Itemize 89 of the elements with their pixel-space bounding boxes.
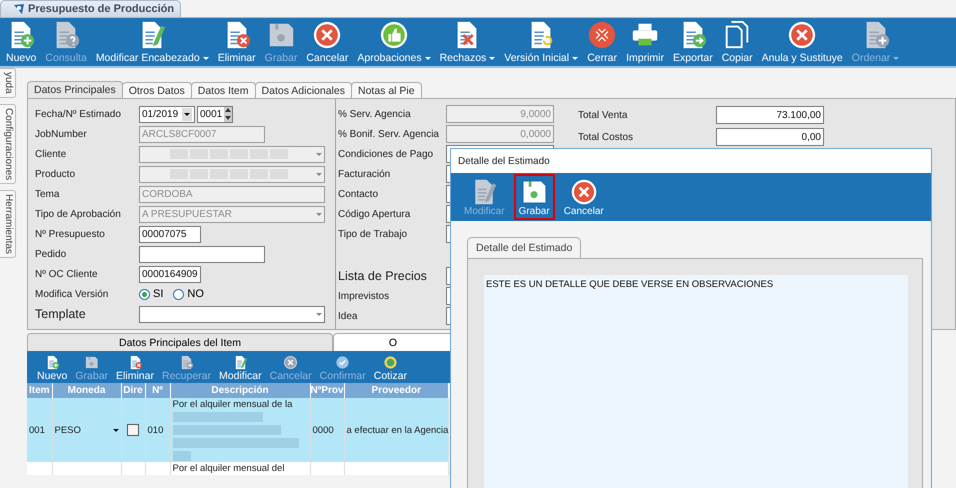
app-tab[interactable]: Presupuesto de Producción xyxy=(0,0,182,17)
field-label: Facturación xyxy=(338,168,392,180)
toolbar-button[interactable]: Cerrar xyxy=(585,18,620,66)
table-cell: 001 xyxy=(27,398,52,462)
toolbar-button[interactable]: Nuevo xyxy=(4,18,38,66)
field-label: Tipo de Aprobación xyxy=(35,208,122,220)
toolbar-button[interactable]: Aprobaciones xyxy=(355,18,433,66)
table-cell-text: Por el alquiler mensual de la xyxy=(172,399,294,410)
toolbar-button[interactable]: Anula y Sustituye xyxy=(760,18,845,66)
toolbar-button[interactable]: Nuevo xyxy=(37,355,68,382)
total-field[interactable]: 0,00 xyxy=(716,128,824,146)
form-tab[interactable]: Datos Item xyxy=(190,82,256,98)
field-label: Total Venta xyxy=(578,110,628,120)
form-tab[interactable]: Notas al Pie xyxy=(350,82,422,98)
field-label: Fecha/Nº Estimado xyxy=(35,108,122,120)
field-label: Modifica Versión xyxy=(35,288,110,300)
toolbar-button[interactable]: Eliminar xyxy=(216,18,258,66)
checkbox[interactable] xyxy=(127,424,139,436)
close-icon xyxy=(587,20,618,50)
form-tab[interactable]: Datos Adicionales xyxy=(254,82,352,98)
table-cell: a efectuar en la Agencia xyxy=(344,398,448,462)
field-label: JobNumber xyxy=(35,128,88,140)
field-label: Nº OC Cliente xyxy=(35,268,99,280)
cancel-icon xyxy=(570,178,598,206)
form-tab[interactable]: Otros Datos xyxy=(122,82,192,98)
radio-button[interactable]: NO xyxy=(173,288,204,300)
field-label: Tipo de Trabajo xyxy=(338,228,408,240)
caret-icon xyxy=(202,56,209,60)
toolbar-button[interactable]: Grabar xyxy=(514,174,555,220)
cancel-icon xyxy=(312,20,342,50)
coin-icon xyxy=(382,355,398,370)
caret-icon xyxy=(489,56,496,60)
document-arrow-icon xyxy=(179,355,194,370)
field-label: Código Apertura xyxy=(338,208,412,220)
toolbar-button[interactable]: Modificar Encabezado xyxy=(94,18,211,66)
toolbar-button[interactable]: Exportar xyxy=(671,18,715,66)
field-label: Nº Presupuesto xyxy=(35,228,106,240)
date-field[interactable]: 01/2019 xyxy=(139,106,195,122)
radio-button[interactable]: SI xyxy=(139,288,164,300)
toolbar-button[interactable]: Cancelar xyxy=(304,18,350,66)
cancel-icon xyxy=(787,20,818,50)
table-cell: 0000 xyxy=(310,398,344,462)
toolbar-button[interactable]: Cotizar xyxy=(374,355,408,382)
table-cell: 010 xyxy=(145,398,170,462)
text-field[interactable]: 00007075 xyxy=(139,226,201,242)
item-tab[interactable]: O xyxy=(333,333,453,351)
dropdown-field[interactable] xyxy=(139,306,325,322)
caret-icon xyxy=(893,56,900,60)
field-label: Tema xyxy=(35,188,60,200)
side-tab[interactable]: yuda xyxy=(0,68,16,98)
side-tab[interactable]: Configuraciones xyxy=(0,104,16,184)
toolbar-button[interactable]: Imprimir xyxy=(624,18,666,66)
toolbar-button[interactable]: Eliminar xyxy=(116,355,154,382)
field-label: Pedido xyxy=(35,248,68,260)
toolbar-button[interactable]: Rechazos xyxy=(438,18,498,66)
cancel-icon xyxy=(283,355,298,370)
side-tab[interactable]: Herramientas xyxy=(0,190,16,258)
text-field[interactable]: 0000164909 xyxy=(139,266,201,282)
field-label: Template xyxy=(35,307,87,321)
table-cell-text: Por el alquiler mensual del xyxy=(172,463,286,474)
thumbs-up-icon xyxy=(378,20,409,50)
text-field[interactable] xyxy=(139,246,265,262)
field-label: Imprevistos xyxy=(338,290,390,302)
toolbar-button[interactable]: Modificar xyxy=(219,355,262,382)
field-label: Contacto xyxy=(338,188,380,200)
caret-icon xyxy=(112,428,118,432)
field-label: Cliente xyxy=(35,148,68,160)
number-spinner[interactable]: 0001 xyxy=(197,106,233,122)
field-label: Lista de Precios xyxy=(338,269,428,283)
notes-text-area[interactable]: ESTE ES UN DETALLE QUE DEBE VERSE EN OBSERVACIONES xyxy=(484,275,908,488)
toolbar-button[interactable]: Cancelar xyxy=(558,174,609,220)
item-tab[interactable]: Datos Principales del Item xyxy=(27,333,333,351)
form-tab[interactable]: Datos Principales xyxy=(27,81,123,98)
dialog-tab[interactable]: Detalle del Estimado xyxy=(467,237,582,258)
caret-icon xyxy=(572,56,578,60)
toolbar-button[interactable]: Versión Inicial xyxy=(502,18,580,66)
toolbar-button[interactable]: Copiar xyxy=(720,18,755,66)
table-cell: PESO xyxy=(54,424,81,436)
dialog-title: Detalle del Estimado xyxy=(451,149,931,173)
field-label: Idea xyxy=(338,310,358,322)
field-label: % Bonif. Serv. Agencia xyxy=(338,128,440,140)
field-label: % Serv. Agencia xyxy=(338,108,412,120)
field-label: Producto xyxy=(35,168,76,180)
check-icon xyxy=(335,355,350,370)
field-label: Condiciones de Pago xyxy=(338,148,434,160)
field-label: Total Costos xyxy=(578,132,634,142)
total-field[interactable]: 73.100,00 xyxy=(716,106,824,124)
app-logo-icon xyxy=(13,3,25,15)
caret-icon xyxy=(424,56,431,60)
